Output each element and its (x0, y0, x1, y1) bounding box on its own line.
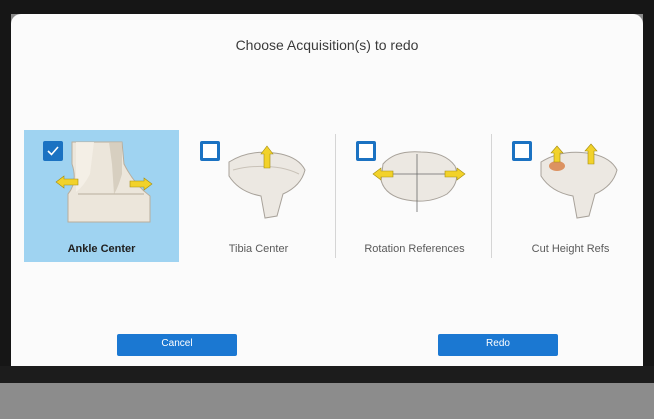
cut-height-bone-illustration (523, 134, 623, 229)
option-rotation-references[interactable]: Rotation References (337, 130, 492, 262)
option-tibia-center[interactable]: Tibia Center (181, 130, 336, 262)
divider (335, 134, 336, 258)
monitor-bezel-bottom (0, 366, 654, 383)
redo-acquisition-dialog: Choose Acquisition(s) to redo Ankle Cent… (11, 14, 643, 366)
rotation-references-checkbox[interactable] (356, 141, 376, 161)
ankle-center-checkbox[interactable] (43, 141, 63, 161)
monitor-bezel-left (0, 0, 11, 382)
background-surface (0, 383, 654, 419)
option-label: Rotation References (364, 243, 465, 255)
checkmark-icon (47, 146, 59, 156)
cancel-button[interactable]: Cancel (117, 334, 237, 356)
redo-button[interactable]: Redo (438, 334, 558, 356)
dialog-title: Choose Acquisition(s) to redo (235, 37, 419, 53)
option-label: Cut Height Refs (531, 243, 610, 255)
monitor-bezel-top (0, 0, 654, 14)
option-cut-height-refs[interactable]: Cut Height Refs (493, 130, 643, 262)
tibia-bone-illustration (211, 134, 311, 229)
divider (491, 134, 492, 258)
option-ankle-center[interactable]: Ankle Center (24, 130, 179, 262)
rotation-bone-illustration (367, 134, 467, 229)
cut-height-refs-checkbox[interactable] (512, 141, 532, 161)
tibia-center-checkbox[interactable] (200, 141, 220, 161)
monitor-bezel-right (643, 0, 654, 382)
option-label: Tibia Center (228, 243, 289, 255)
option-label: Ankle Center (67, 243, 136, 255)
ankle-bone-illustration (54, 134, 154, 229)
